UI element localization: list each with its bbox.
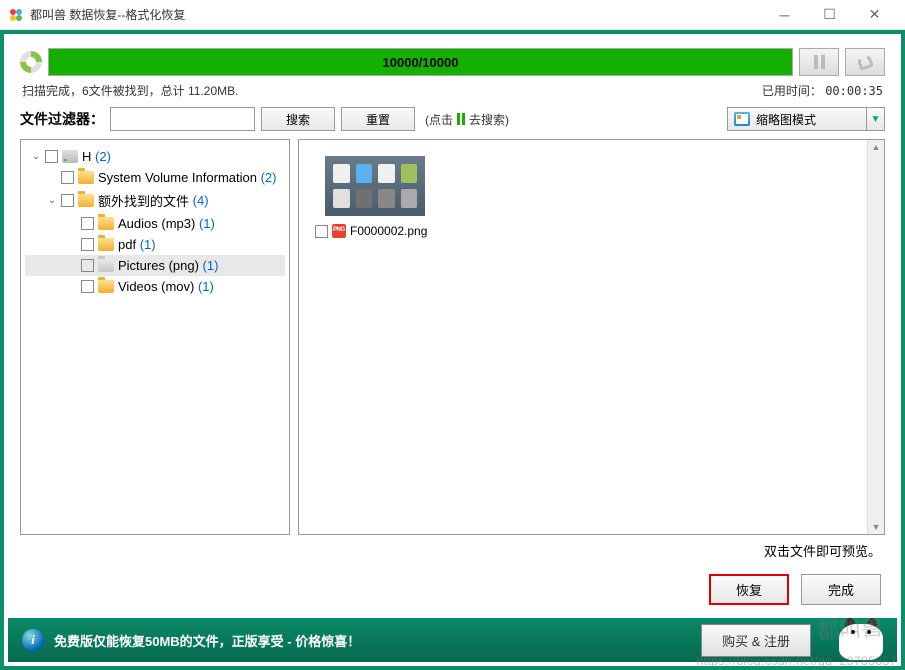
watermark-url: https://blog.csdn.net/qq_29785857 [696,654,897,668]
folder-icon [78,194,94,207]
folder-icon [98,238,114,251]
filter-label: 文件过滤器： [20,109,104,129]
file-list[interactable]: F0000002.png [298,139,885,535]
checkbox[interactable] [81,238,94,251]
checkbox[interactable] [81,280,94,293]
chevron-down-icon[interactable]: ⌄ [45,195,59,206]
recover-button[interactable]: 恢复 [709,574,789,605]
buy-register-button[interactable]: 购买 & 注册 [701,624,811,657]
elapsed-time-value: 00:00:35 [825,84,883,98]
folder-icon [98,217,114,230]
png-file-icon [332,224,346,238]
tree-node-drive-h[interactable]: ⌄ H (2) [25,146,285,167]
window-title: 都叫兽 数据恢复--格式化恢复 [30,6,762,23]
close-button[interactable]: ✕ [852,0,897,30]
folder-tree[interactable]: ⌄ H (2) System Volume Information (2) ⌄ [20,139,290,535]
drive-icon [62,150,78,163]
pause-icon [814,55,825,69]
view-mode-dropdown[interactable]: ▼ [867,107,885,131]
progress-bar: 10000/10000 [48,48,793,76]
view-mode-label: 缩略图模式 [756,111,816,128]
scrollbar[interactable] [867,140,884,534]
chevron-down-icon[interactable]: ⌄ [29,151,43,162]
tree-node-pdf[interactable]: pdf (1) [25,234,285,255]
elapsed-time-label: 已用时间： [762,84,822,98]
filter-input[interactable] [110,107,255,131]
maximize-button[interactable]: ☐ [807,0,852,30]
scan-status-text: 扫描完成，6文件被找到，总计 11.20MB. [22,82,238,99]
tree-node-extra[interactable]: ⌄ 额外找到的文件 (4) [25,188,285,213]
folder-open-icon [98,259,114,272]
spinner-icon [20,51,42,73]
minimize-button[interactable]: ─ [762,0,807,30]
checkbox[interactable] [61,171,74,184]
watermark-cn: 都叫兽 [816,610,884,647]
tree-node-pictures[interactable]: Pictures (png) (1) [25,255,285,276]
checkbox[interactable] [315,225,328,238]
search-button[interactable]: 搜索 [261,107,335,131]
folder-icon [78,171,94,184]
checkbox[interactable] [45,150,58,163]
tree-node-audios[interactable]: Audios (mp3) (1) [25,213,285,234]
checkbox[interactable] [61,194,74,207]
filter-hint: (点击 去搜索) [425,111,509,128]
folder-icon [98,280,114,293]
view-mode-button[interactable]: 缩略图模式 [727,107,867,131]
tree-node-videos[interactable]: Videos (mov) (1) [25,276,285,297]
checkbox[interactable] [81,259,94,272]
finish-button[interactable]: 完成 [801,574,881,605]
thumbnail-icon [734,112,750,126]
stop-icon [856,53,874,71]
app-icon [8,7,24,23]
file-thumbnail [325,156,425,216]
progress-text: 10000/10000 [383,55,459,70]
stop-button[interactable] [845,48,885,76]
checkbox[interactable] [81,217,94,230]
pause-button[interactable] [799,48,839,76]
file-name: F0000002.png [350,224,427,238]
info-icon: i [22,629,44,651]
reset-button[interactable]: 重置 [341,107,415,131]
tree-node-svi[interactable]: System Volume Information (2) [25,167,285,188]
pause-mini-icon [457,113,465,125]
file-item[interactable]: F0000002.png [315,156,435,238]
preview-hint: 双击文件即可预览。 [20,541,885,560]
promo-text: 免费版仅能恢复50MB的文件，正版享受 - 价格惊喜！ [54,631,701,650]
